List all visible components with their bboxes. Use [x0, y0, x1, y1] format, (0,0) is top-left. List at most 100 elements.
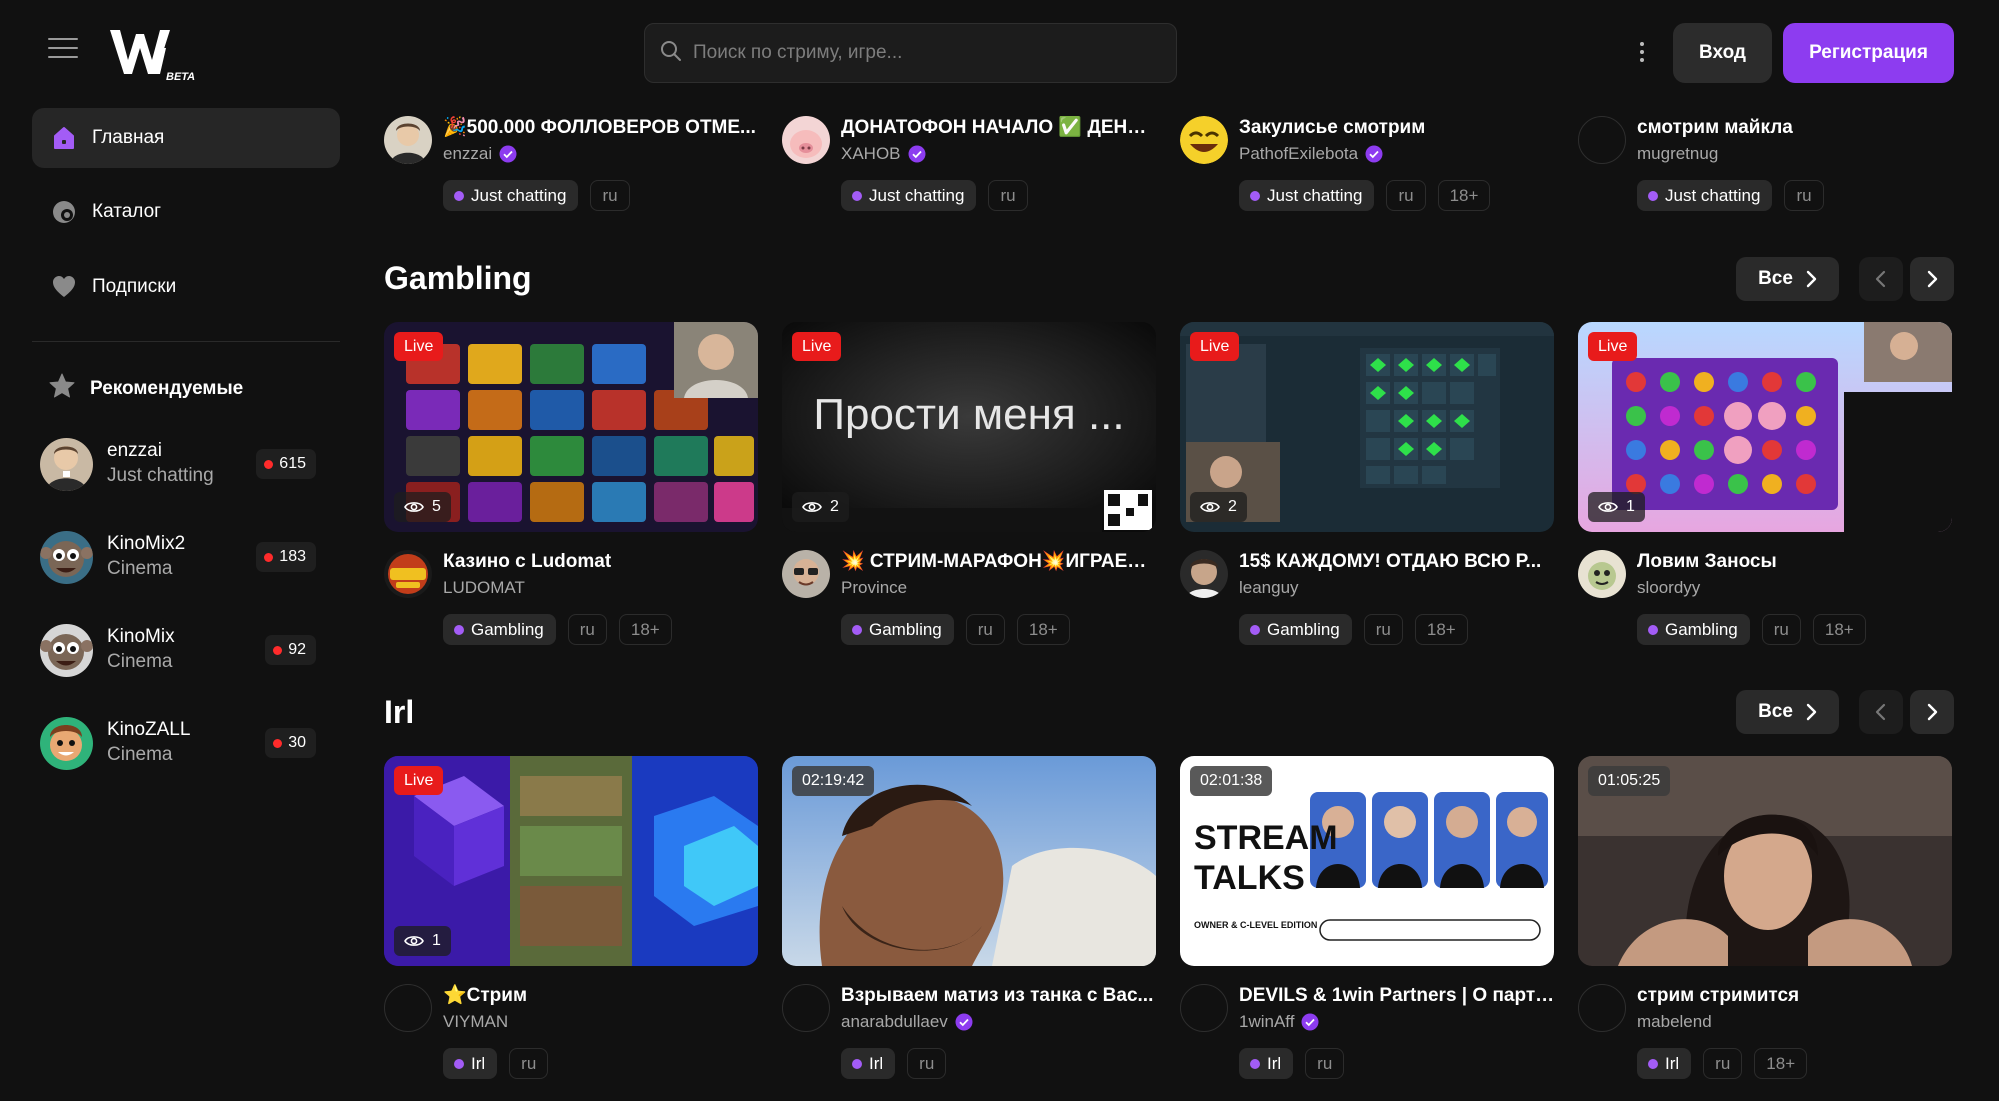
sidebar-item-subscriptions[interactable]: Подписки — [32, 257, 340, 317]
carousel-next-button[interactable] — [1910, 690, 1954, 734]
viewer-count-value: 2 — [830, 498, 839, 515]
sidebar-item-label: Подписки — [92, 276, 177, 297]
stream-thumbnail[interactable]: 02:19:42 — [782, 756, 1156, 966]
stream-thumbnail[interactable]: Live 5 — [384, 322, 758, 532]
channel-link[interactable]: leanguy — [1239, 576, 1299, 600]
avatar[interactable] — [782, 550, 830, 598]
stream-thumbnail[interactable]: OWNER & C-LEVEL EDITION STREAM TALKS 02:… — [1180, 756, 1554, 966]
channel-link[interactable]: enzzai — [443, 142, 517, 166]
avatar[interactable] — [1180, 116, 1228, 164]
chevron-right-icon — [1806, 703, 1817, 721]
heart-icon — [50, 273, 78, 301]
category-tag[interactable]: Gambling — [443, 614, 556, 645]
eye-icon — [404, 936, 424, 946]
category-tag[interactable]: Irl — [1239, 1048, 1294, 1079]
stream-title[interactable]: DEVILS & 1win Partners | О партн... — [1239, 984, 1555, 1008]
stream-thumbnail[interactable]: Live 1 — [384, 756, 758, 966]
avatar[interactable] — [782, 984, 830, 1032]
channel-link[interactable]: anarabdullaev — [841, 1010, 973, 1034]
carousel-prev-button[interactable] — [1859, 690, 1903, 734]
avatar[interactable] — [1578, 550, 1626, 598]
avatar[interactable] — [384, 116, 432, 164]
category-tag[interactable]: Just chatting — [443, 180, 579, 211]
category-tag[interactable]: Gambling — [1637, 614, 1750, 645]
avatar[interactable] — [1578, 116, 1626, 164]
viewer-count: 2 — [792, 492, 849, 522]
hamburger-menu-icon[interactable] — [48, 38, 78, 64]
avatar[interactable] — [1578, 984, 1626, 1032]
channel-name: enzzai — [443, 144, 493, 163]
viewer-count: 1 — [394, 926, 451, 956]
search-input[interactable] — [693, 42, 1153, 64]
stream-title[interactable]: ⭐Стрим — [443, 984, 759, 1008]
category-tag-label: Just chatting — [471, 185, 567, 205]
channel-link[interactable]: sloordyy — [1637, 576, 1700, 600]
stream-title[interactable]: Взрываем матиз из танка с Вас... — [841, 984, 1157, 1008]
stream-title[interactable]: 🎉500.000 ФОЛЛОВЕРОВ ОТМЕ... — [443, 116, 759, 140]
stream-thumbnail[interactable]: Live 2 — [1180, 322, 1554, 532]
stream-title[interactable]: ДОНАТОФОН НАЧАЛО ✅ ДЕНЬ ... — [841, 116, 1157, 140]
category-tag-label: Gambling — [869, 619, 942, 639]
language-tag: ru — [509, 1048, 549, 1079]
logo[interactable]: BETA — [108, 26, 198, 83]
channel-link[interactable]: VIYMAN — [443, 1010, 508, 1034]
sidebar-item-label: Главная — [92, 127, 165, 148]
stream-title[interactable]: Казино с Ludomat — [443, 550, 759, 574]
see-all-button[interactable]: Все — [1736, 257, 1839, 301]
live-badge: Live — [792, 332, 842, 361]
avatar[interactable] — [1180, 984, 1228, 1032]
stream-card-info: Закулисье смотрим PathofExilebota Just c… — [1180, 116, 1556, 216]
channel-link[interactable]: Province — [841, 576, 907, 600]
stream-title[interactable]: Закулисье смотрим — [1239, 116, 1555, 140]
stream-title[interactable]: 15$ КАЖДОМУ! ОТДАЮ ВСЮ Р... — [1239, 550, 1555, 574]
avatar[interactable] — [1180, 550, 1228, 598]
category-tag[interactable]: Gambling — [1239, 614, 1352, 645]
channel-link[interactable]: LUDOMAT — [443, 576, 525, 600]
verified-icon — [955, 1013, 973, 1031]
avatar — [40, 437, 93, 491]
channel-name: PathofExilebota — [1239, 144, 1359, 163]
stream-title[interactable]: Ловим Заносы — [1637, 550, 1953, 574]
language-tag: ru — [1386, 180, 1426, 211]
search-box[interactable] — [644, 23, 1177, 83]
recommended-channel[interactable]: enzzai Just chatting 615 — [40, 436, 316, 492]
carousel-next-button[interactable] — [1910, 257, 1954, 301]
channel-link[interactable]: PathofExilebota — [1239, 142, 1383, 166]
category-tag-label: Irl — [1267, 1053, 1282, 1073]
stream-thumbnail[interactable]: Live 1 — [1578, 322, 1952, 532]
more-options-icon[interactable] — [1630, 40, 1654, 64]
channel-link[interactable]: mabelend — [1637, 1010, 1712, 1034]
language-tag: ru — [1703, 1048, 1743, 1079]
recommended-channel[interactable]: KinoZALL Cinema 30 — [40, 715, 316, 771]
stream-title[interactable]: смотрим майкла — [1637, 116, 1953, 140]
category-tag[interactable]: Irl — [841, 1048, 896, 1079]
stream-thumbnail[interactable]: Прости меня ... Live 2 — [782, 322, 1156, 532]
sidebar-item-home[interactable]: Главная — [32, 108, 340, 168]
recommended-channel[interactable]: KinoMix2 Cinema 183 — [40, 529, 316, 585]
catalog-icon — [50, 198, 78, 226]
category-tag[interactable]: Just chatting — [1637, 180, 1773, 211]
carousel-prev-button[interactable] — [1859, 257, 1903, 301]
channel-link[interactable]: ХАНОВ — [841, 142, 926, 166]
channel-link[interactable]: 1winAff — [1239, 1010, 1319, 1034]
avatar[interactable] — [384, 550, 432, 598]
see-all-button[interactable]: Все — [1736, 690, 1839, 734]
recommended-channel[interactable]: KinoMix Cinema 92 — [40, 622, 316, 678]
live-dot-icon — [264, 552, 274, 562]
verified-icon — [1301, 1013, 1319, 1031]
category-tag[interactable]: Gambling — [841, 614, 954, 645]
category-tag[interactable]: Irl — [1637, 1048, 1692, 1079]
avatar[interactable] — [384, 984, 432, 1032]
register-button[interactable]: Регистрация — [1783, 23, 1954, 83]
category-tag[interactable]: Just chatting — [1239, 180, 1375, 211]
category-tag[interactable]: Irl — [443, 1048, 498, 1079]
channel-link[interactable]: mugretnug — [1637, 142, 1718, 166]
category-tag[interactable]: Just chatting — [841, 180, 977, 211]
vod-duration-badge: 02:01:38 — [1190, 766, 1273, 796]
stream-title[interactable]: 💥 СТРИМ-МАРАФОН💥ИГРАЕМ ... — [841, 550, 1157, 574]
avatar[interactable] — [782, 116, 830, 164]
sidebar-item-catalog[interactable]: Каталог — [32, 182, 340, 242]
login-button[interactable]: Вход — [1673, 23, 1772, 83]
stream-title[interactable]: стрим стримится — [1637, 984, 1953, 1008]
stream-thumbnail[interactable]: 01:05:25 — [1578, 756, 1952, 966]
